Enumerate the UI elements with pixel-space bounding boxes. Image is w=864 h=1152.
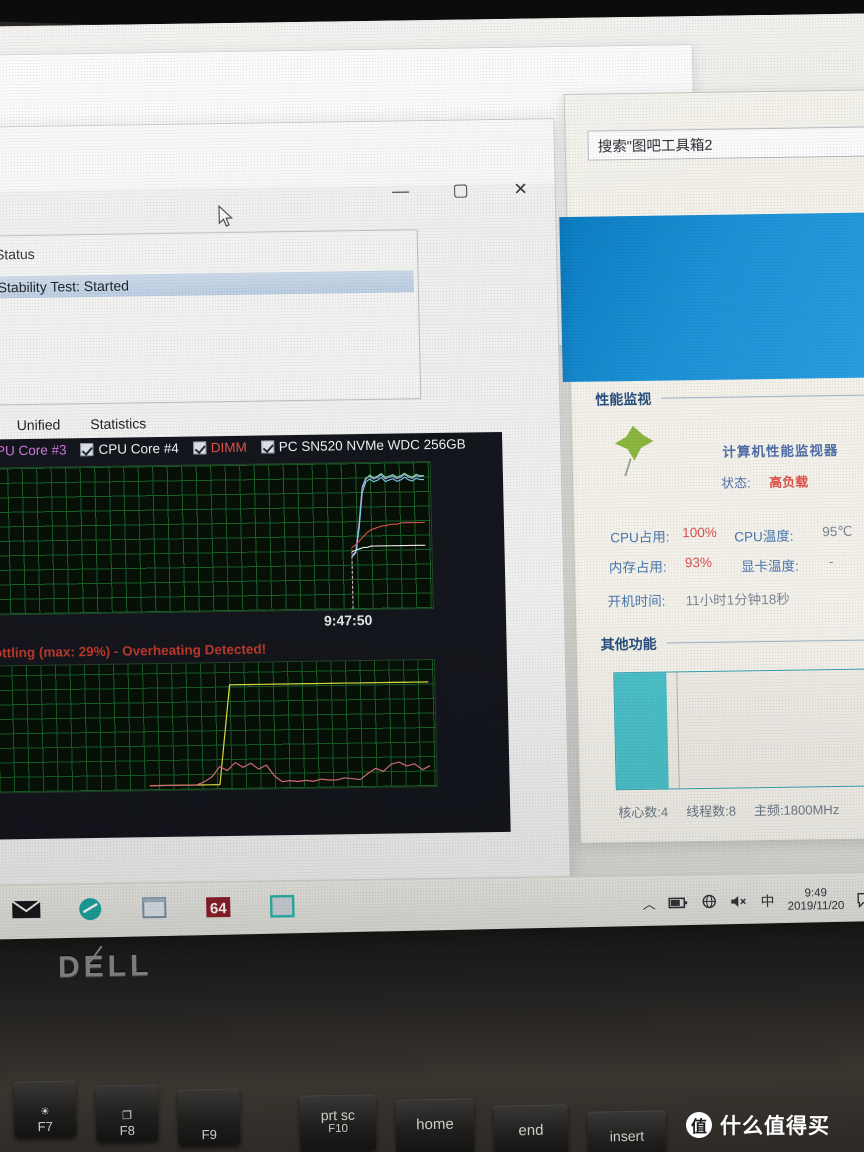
watermark-text: 什么值得买: [720, 1115, 830, 1138]
sensor-checkbox-cpu-core-4[interactable]: CPU Core #4: [80, 441, 179, 457]
tab-unified[interactable]: Unified: [12, 414, 64, 435]
other-functions-section: 其他功能 核心数:4 线程数:8 主频:1800MHz: [600, 630, 864, 820]
chevron-up-icon[interactable]: ︿: [642, 893, 655, 912]
temperature-chart: [0, 461, 434, 616]
pushpin-icon: [614, 425, 654, 477]
key-insert[interactable]: insert: [587, 1110, 667, 1152]
sensor-label: PC SN520 NVMe WDC 256GB: [278, 436, 466, 455]
performance-monitor-section: 性能监视: [595, 385, 864, 409]
cpu-usage-value: 100%: [682, 524, 717, 541]
banner-image: [559, 212, 864, 383]
watermark-badge: 值: [686, 1112, 712, 1138]
checkbox-icon[interactable]: [192, 441, 206, 455]
key-f8[interactable]: ❐ F8: [95, 1084, 159, 1142]
sensor-checkbox-dimm[interactable]: DIMM: [192, 439, 247, 456]
notification-icon[interactable]: [857, 892, 864, 908]
hwmonitor-window[interactable]: — ▢ ✕ Status Stability Test: Started cks…: [0, 118, 571, 937]
cpu-temp-value: 95℃: [822, 523, 853, 540]
status-groupbox: Status Stability Test: Started: [0, 229, 422, 406]
monitor-state-label: 状态:: [720, 475, 751, 491]
close-button[interactable]: ✕: [490, 171, 551, 208]
temperature-chart-lines: [351, 472, 426, 611]
memory-usage-label: 内存占用:: [608, 559, 667, 576]
search-input[interactable]: 搜索"图吧工具箱2: [587, 126, 864, 161]
status-list-item[interactable]: Stability Test: Started: [0, 270, 414, 299]
brightness-icon: ☀: [40, 1106, 51, 1119]
key-f9[interactable]: F9: [177, 1088, 241, 1146]
sensor-checkbox-cpu-core-3[interactable]: CPU Core #3: [0, 442, 67, 458]
clock-date: 2019/11/20: [787, 900, 845, 913]
usage-bar-chart: [613, 668, 864, 791]
memory-usage-value: 93%: [684, 554, 713, 571]
key-label: F8: [119, 1123, 136, 1139]
key-label: home: [416, 1115, 454, 1133]
monitor-state-value: 高负载: [768, 474, 809, 490]
thread-count: 线程数:8: [685, 803, 737, 820]
browser-icon[interactable]: [75, 896, 106, 922]
key-label: F10: [328, 1122, 349, 1135]
window-icon[interactable]: [139, 895, 170, 921]
tab-bar: cks Unified Statistics: [0, 413, 151, 436]
dell-logo: DELL: [57, 949, 153, 984]
toolbox-window[interactable]: 搜索"图吧工具箱2 性能监视 计算机性能监视器 状态: 高负载 CPU占用: 1…: [559, 89, 864, 844]
checkbox-icon[interactable]: [80, 443, 94, 457]
minimize-button[interactable]: —: [370, 173, 431, 210]
base-clock: 主频:1800MHz: [753, 801, 840, 819]
photo-of-laptop-screen: — ▢ ✕ 搜索"图吧工具箱2 性能监视 计算机性能监视器 状态: 高负载 CP…: [0, 0, 864, 1152]
key-home[interactable]: home: [395, 1098, 475, 1152]
utilization-chart-lines: [149, 681, 431, 787]
key-print-screen[interactable]: prt sc F10: [299, 1094, 377, 1152]
core-count: 核心数:4: [618, 804, 669, 821]
status-text: Stability Test: Started: [0, 277, 130, 296]
system-tray: ︿ 中 9:49 2019/11/20: [642, 886, 864, 916]
sensor-label: CPU Core #4: [98, 440, 180, 457]
laptop-screen: — ▢ ✕ 搜索"图吧工具箱2 性能监视 计算机性能监视器 状态: 高负载 CP…: [0, 13, 864, 947]
key-end[interactable]: end: [493, 1104, 569, 1152]
usage-bar-fill: [614, 672, 669, 790]
cpu-usage-label: CPU占用:: [610, 529, 670, 546]
display-switch-icon: ❐: [122, 1110, 133, 1123]
utilization-chart: [0, 658, 438, 794]
gpu-temp-value: -: [828, 554, 834, 570]
tool-icon[interactable]: [267, 893, 298, 919]
key-label: insert: [609, 1127, 645, 1145]
cpuz-64-icon[interactable]: 64: [203, 894, 234, 920]
ime-indicator[interactable]: 中: [760, 891, 774, 911]
maximize-button[interactable]: ▢: [430, 172, 491, 209]
tray-clock[interactable]: 9:49 2019/11/20: [787, 887, 845, 914]
volume-mute-icon[interactable]: [730, 895, 747, 909]
sensor-checkbox-row: CPU Core #3 CPU Core #4 DIMM PC SN520 NV…: [0, 436, 466, 458]
mail-icon[interactable]: [11, 897, 42, 923]
gpu-temp-label: 显卡温度:: [740, 558, 799, 575]
key-label: F9: [201, 1127, 218, 1143]
checkbox-icon[interactable]: [260, 440, 274, 454]
network-icon[interactable]: [701, 894, 717, 910]
usage-bar-marker: [676, 672, 680, 789]
key-top-label: prt sc: [320, 1106, 356, 1124]
uptime-value: 11小时1分钟18秒: [685, 591, 790, 609]
tab-statistics[interactable]: Statistics: [86, 413, 150, 434]
battery-icon[interactable]: [668, 896, 688, 909]
key-label: F7: [37, 1119, 54, 1135]
svg-text:64: 64: [210, 900, 228, 917]
status-legend: Status: [0, 245, 35, 263]
throttle-warning-text: U Throttling (max: 29%) - Overheating De…: [0, 641, 267, 661]
monitor-app-title: 计算机性能监视器: [722, 442, 839, 460]
graph-panel: CPU Core #3 CPU Core #4 DIMM PC SN520 NV…: [0, 431, 511, 840]
chart-time-label: 9:47:50: [323, 611, 373, 629]
clock-time: 9:49: [804, 887, 828, 900]
hwmonitor-window-controls: — ▢ ✕: [370, 171, 551, 210]
uptime-label: 开机时间:: [607, 593, 666, 610]
cpu-temp-label: CPU温度:: [734, 528, 794, 545]
cpu-core-info: 核心数:4 线程数:8 主频:1800MHz: [618, 799, 839, 821]
sensor-label: CPU Core #3: [0, 442, 67, 459]
sensor-checkbox-nvme[interactable]: PC SN520 NVMe WDC 256GB: [260, 436, 466, 455]
key-f7[interactable]: ☀ F7: [13, 1080, 77, 1138]
watermark: 值 什么值得买: [686, 1110, 830, 1140]
taskbar-icons: 64: [11, 893, 298, 923]
sensor-label: DIMM: [210, 439, 247, 456]
mouse-cursor: [218, 204, 234, 227]
key-label: end: [518, 1121, 544, 1139]
